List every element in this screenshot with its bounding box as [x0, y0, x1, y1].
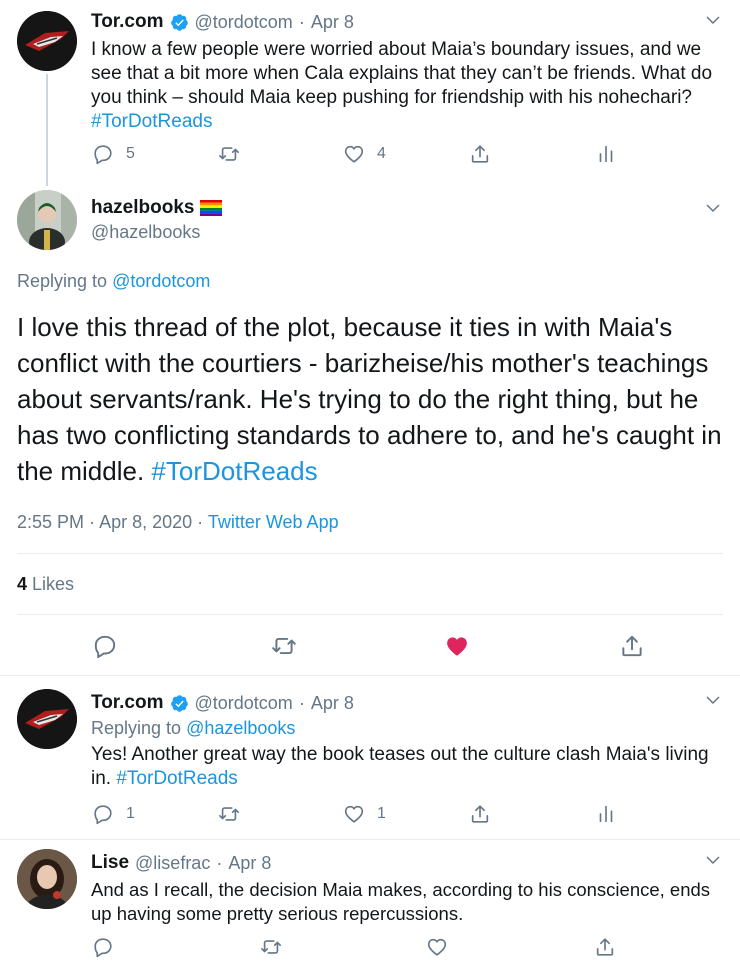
tweet-body: I love this thread of the plot, because …: [17, 312, 722, 486]
reply-button[interactable]: [92, 936, 114, 958]
tweet1-text: I know a few people were worried about M…: [91, 38, 721, 134]
avatar-tordotcom[interactable]: [17, 11, 77, 71]
hashtag-link[interactable]: #TorDotReads: [91, 111, 212, 132]
tweet-body: And as I recall, the decision Maia makes…: [91, 879, 711, 924]
like-count: 1: [377, 805, 386, 822]
like-button[interactable]: 1: [343, 803, 386, 825]
author-handle[interactable]: @hazelbooks: [91, 222, 200, 243]
share-button[interactable]: [469, 803, 491, 825]
separator: ·: [298, 692, 305, 713]
hashtag-link[interactable]: #TorDotReads: [116, 768, 237, 789]
likes-stat[interactable]: 4 Likes: [17, 574, 74, 595]
likes-count: 4: [17, 574, 28, 594]
author-name[interactable]: hazelbooks: [91, 197, 194, 219]
retweet-button[interactable]: [217, 143, 241, 165]
reply-icon: [94, 635, 116, 659]
tweet1-header: Tor.com @tordotcom · Apr 8: [91, 9, 354, 35]
share-button[interactable]: [469, 143, 491, 165]
retweet-button[interactable]: [270, 633, 298, 659]
analytics-icon: [599, 805, 613, 823]
tweet-time[interactable]: 2:55 PM: [17, 512, 84, 532]
avatar-hazelbooks[interactable]: [17, 190, 77, 250]
divider: [17, 553, 723, 554]
separator: ·: [89, 512, 96, 532]
thread-connector: [46, 74, 48, 186]
author-name[interactable]: Tor.com: [91, 692, 164, 714]
like-icon: [344, 805, 364, 823]
verified-badge-icon: [170, 13, 188, 31]
replying-to-link[interactable]: @tordotcom: [112, 271, 210, 291]
reply-button[interactable]: 1: [92, 803, 135, 825]
share-icon: [622, 635, 642, 657]
like-button[interactable]: 4: [343, 143, 386, 165]
avatar-lisefrac[interactable]: [17, 849, 77, 909]
share-icon: [596, 938, 614, 956]
reply-icon: [94, 938, 112, 958]
chevron-down-icon[interactable]: [704, 691, 722, 709]
retweet-icon: [272, 637, 296, 655]
replying-to-link[interactable]: @hazelbooks: [186, 718, 295, 738]
divider: [17, 614, 723, 615]
reply-count: 1: [126, 805, 135, 822]
like-button[interactable]: [426, 936, 448, 958]
verified-badge-icon: [170, 694, 188, 712]
replying-to: Replying to @hazelbooks: [91, 718, 295, 739]
like-icon: [447, 637, 467, 656]
like-button[interactable]: [443, 633, 471, 659]
hashtag-link[interactable]: #TorDotReads: [151, 456, 317, 486]
tweet-date[interactable]: Apr 8: [311, 12, 354, 33]
reply-count: 5: [126, 145, 135, 162]
retweet-icon: [261, 940, 281, 954]
divider: [0, 675, 740, 676]
replying-prefix: Replying to: [91, 718, 182, 738]
analytics-button[interactable]: [595, 143, 617, 165]
tweet-date[interactable]: Apr 8: [311, 693, 354, 714]
analytics-button[interactable]: [595, 803, 617, 825]
share-icon: [471, 805, 489, 823]
tweet-source[interactable]: Twitter Web App: [208, 512, 339, 532]
share-button[interactable]: [594, 936, 616, 958]
separator: ·: [216, 852, 223, 873]
author-handle[interactable]: @tordotcom: [195, 12, 293, 33]
share-icon: [471, 145, 489, 163]
author-handle[interactable]: @tordotcom: [195, 693, 293, 714]
reply-button[interactable]: 5: [92, 143, 135, 165]
replying-to: Replying to @tordotcom: [17, 271, 210, 292]
tweet4-header: Lise @lisefrac · Apr 8: [91, 850, 271, 876]
divider: [0, 839, 740, 840]
tweet-date[interactable]: Apr 8, 2020: [99, 512, 192, 532]
tweet3-text: Yes! Another great way the book teases o…: [91, 743, 721, 791]
author-name[interactable]: Tor.com: [91, 11, 164, 33]
separator: ·: [298, 11, 305, 32]
replying-prefix: Replying to: [17, 271, 108, 291]
main-tweet-text: I love this thread of the plot, because …: [17, 309, 723, 489]
chevron-down-icon[interactable]: [704, 11, 722, 29]
tweet-body: I know a few people were worried about M…: [91, 39, 713, 108]
avatar-tordotcom[interactable]: [17, 689, 77, 749]
main-author-name-row: hazelbooks: [91, 197, 223, 219]
tweet-date[interactable]: Apr 8: [228, 853, 271, 874]
reply-button[interactable]: [92, 633, 118, 659]
author-name[interactable]: Lise: [91, 852, 129, 874]
retweet-button[interactable]: [217, 803, 241, 825]
like-icon: [344, 145, 364, 163]
retweet-button[interactable]: [259, 936, 283, 958]
chevron-down-icon[interactable]: [704, 199, 722, 217]
tweet-meta: 2:55 PM · Apr 8, 2020 · Twitter Web App: [17, 512, 339, 533]
reply-icon: [94, 805, 112, 825]
tweet3-header: Tor.com @tordotcom · Apr 8: [91, 690, 354, 716]
like-count: 4: [377, 145, 386, 162]
separator: ·: [197, 512, 204, 532]
tweet4-text: And as I recall, the decision Maia makes…: [91, 878, 721, 926]
rainbow-flag-icon: [200, 200, 223, 216]
author-handle[interactable]: @lisefrac: [135, 853, 210, 874]
chevron-down-icon[interactable]: [704, 851, 722, 869]
reply-icon: [94, 145, 112, 165]
retweet-icon: [219, 807, 239, 821]
share-button[interactable]: [619, 633, 645, 659]
retweet-icon: [219, 147, 239, 161]
analytics-icon: [599, 145, 613, 163]
likes-label: Likes: [32, 574, 75, 594]
like-icon: [427, 938, 447, 956]
